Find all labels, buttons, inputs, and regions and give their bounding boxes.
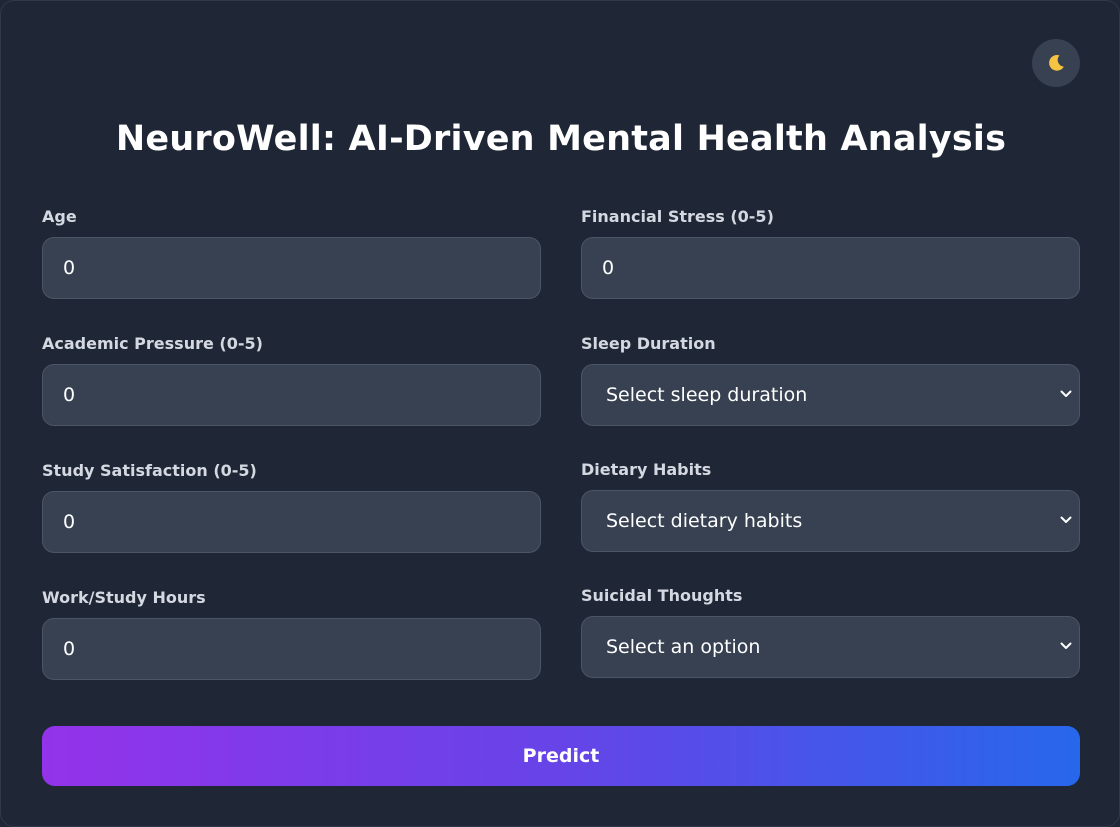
study-satisfaction-label: Study Satisfaction (0-5) (42, 461, 257, 480)
suicidal-thoughts-group: Suicidal Thoughts Select an option (581, 586, 1080, 678)
work-study-hours-group: Work/Study Hours (42, 588, 541, 680)
work-study-hours-input[interactable] (42, 618, 541, 680)
age-input[interactable] (42, 237, 541, 299)
suicidal-thoughts-select[interactable]: Select an option (581, 616, 1080, 678)
study-satisfaction-group: Study Satisfaction (0-5) (42, 461, 541, 553)
sleep-duration-group: Sleep Duration Select sleep duration (581, 334, 1080, 426)
sleep-duration-label: Sleep Duration (581, 334, 716, 353)
suicidal-thoughts-label: Suicidal Thoughts (581, 586, 743, 605)
work-study-hours-label: Work/Study Hours (42, 588, 206, 607)
academic-pressure-group: Academic Pressure (0-5) (42, 334, 541, 426)
age-group: Age (42, 207, 541, 299)
predict-button[interactable]: Predict (42, 726, 1080, 786)
academic-pressure-label: Academic Pressure (0-5) (42, 334, 263, 353)
dietary-habits-select[interactable]: Select dietary habits (581, 490, 1080, 552)
age-label: Age (42, 207, 77, 226)
theme-toggle-button[interactable] (1032, 39, 1080, 87)
study-satisfaction-input[interactable] (42, 491, 541, 553)
dietary-habits-label: Dietary Habits (581, 460, 712, 479)
financial-stress-label: Financial Stress (0-5) (581, 207, 774, 226)
academic-pressure-input[interactable] (42, 364, 541, 426)
financial-stress-input[interactable] (581, 237, 1080, 299)
sleep-duration-select[interactable]: Select sleep duration (581, 364, 1080, 426)
financial-stress-group: Financial Stress (0-5) (581, 207, 1080, 299)
dietary-habits-group: Dietary Habits Select dietary habits (581, 460, 1080, 552)
form-card: NeuroWell: AI-Driven Mental Health Analy… (0, 0, 1120, 827)
page-title: NeuroWell: AI-Driven Mental Health Analy… (115, 119, 1007, 159)
moon-icon (1049, 55, 1064, 71)
